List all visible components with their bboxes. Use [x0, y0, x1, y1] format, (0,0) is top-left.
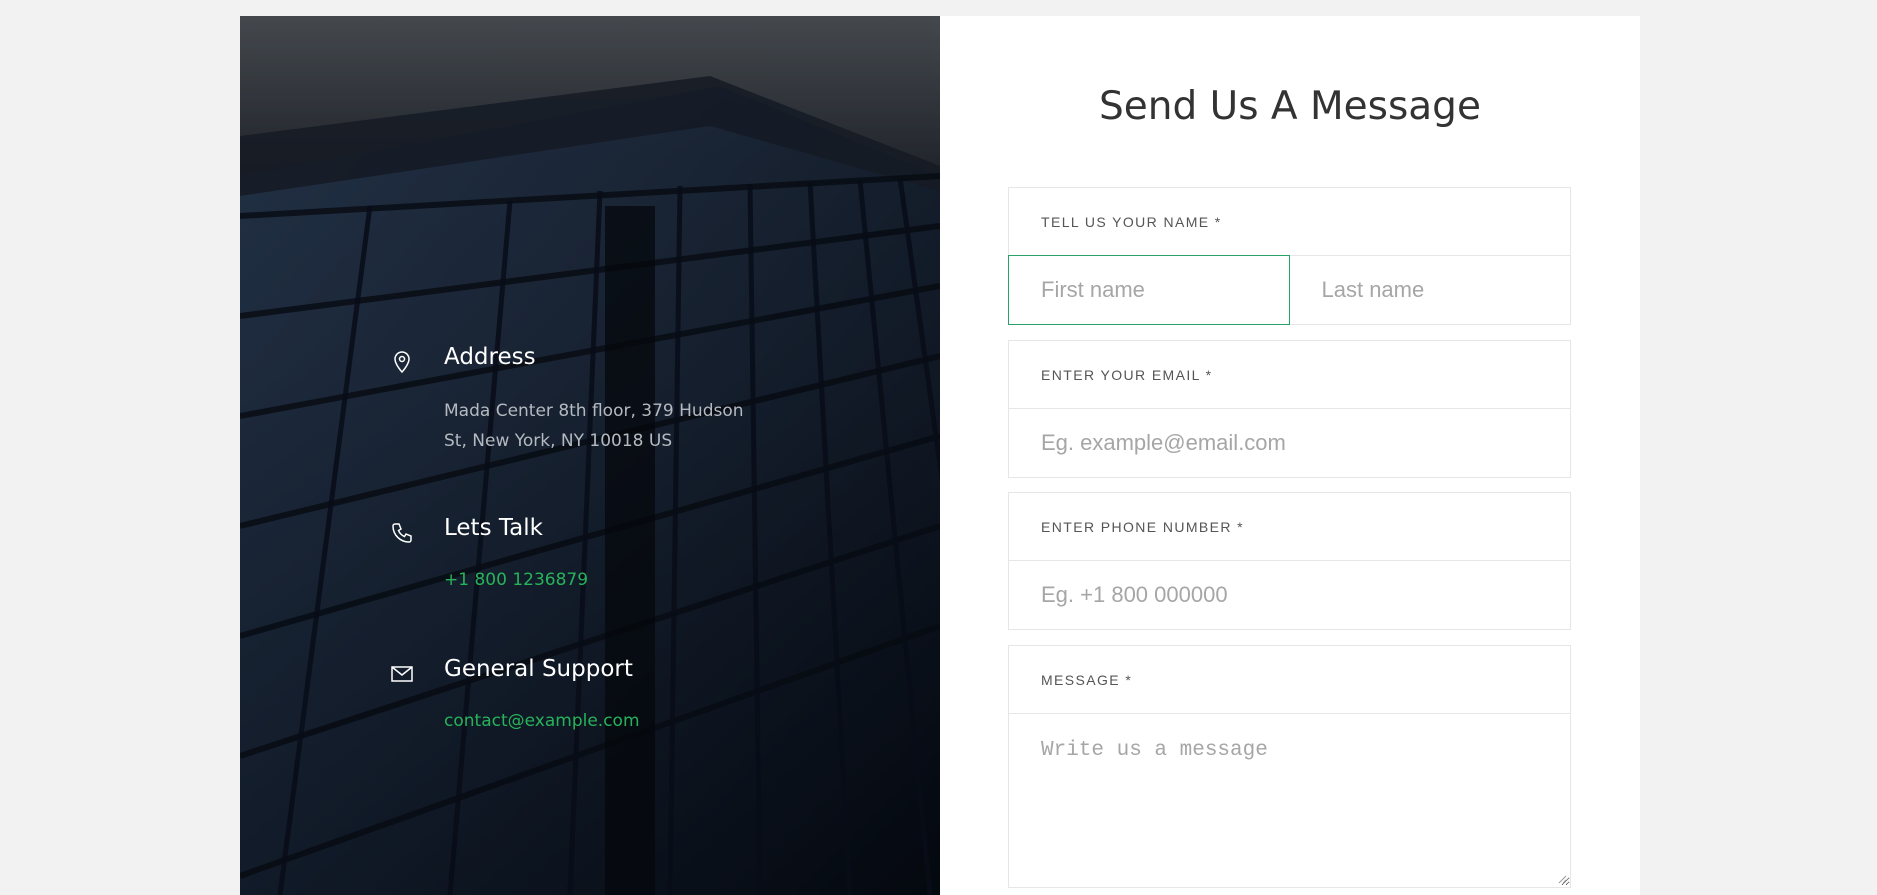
address-line-2: St, New York, NY 10018 US [444, 431, 673, 451]
mail-icon [391, 666, 413, 682]
phone-input[interactable] [1009, 561, 1570, 629]
phone-link[interactable]: +1 800 1236879 [444, 565, 588, 595]
last-name-input[interactable] [1289, 256, 1570, 324]
general-support-title: General Support [444, 656, 633, 682]
address-title: Address [444, 344, 536, 370]
name-label: TELL US YOUR NAME * [1009, 188, 1570, 256]
email-field-group: ENTER YOUR EMAIL * [1008, 340, 1571, 478]
phone-field-group: ENTER PHONE NUMBER * [1008, 492, 1571, 630]
contact-form-panel: Send Us A Message TELL US YOUR NAME * EN… [940, 16, 1640, 895]
message-textarea[interactable] [1009, 714, 1570, 886]
address-line-1: Mada Center 8th floor, 379 Hudson [444, 401, 744, 421]
lets-talk-title: Lets Talk [444, 515, 543, 541]
name-inputs-row [1008, 255, 1570, 325]
contact-info-panel: Address Mada Center 8th floor, 379 Hudso… [240, 16, 940, 895]
message-field-group: MESSAGE * [1008, 645, 1571, 888]
email-link[interactable]: contact@example.com [444, 706, 640, 736]
address-text: Mada Center 8th floor, 379 Hudson St, Ne… [444, 396, 744, 456]
resize-grip-icon[interactable] [1557, 874, 1567, 884]
map-pin-icon [394, 351, 410, 374]
message-label: MESSAGE * [1009, 646, 1570, 714]
first-name-input[interactable] [1008, 255, 1290, 325]
phone-label: ENTER PHONE NUMBER * [1009, 493, 1570, 561]
phone-icon [392, 523, 412, 543]
email-input[interactable] [1009, 409, 1570, 477]
form-heading: Send Us A Message [1099, 84, 1481, 129]
name-field-group: TELL US YOUR NAME * [1008, 187, 1571, 325]
contact-card: Address Mada Center 8th floor, 379 Hudso… [240, 16, 1640, 895]
email-label: ENTER YOUR EMAIL * [1009, 341, 1570, 409]
